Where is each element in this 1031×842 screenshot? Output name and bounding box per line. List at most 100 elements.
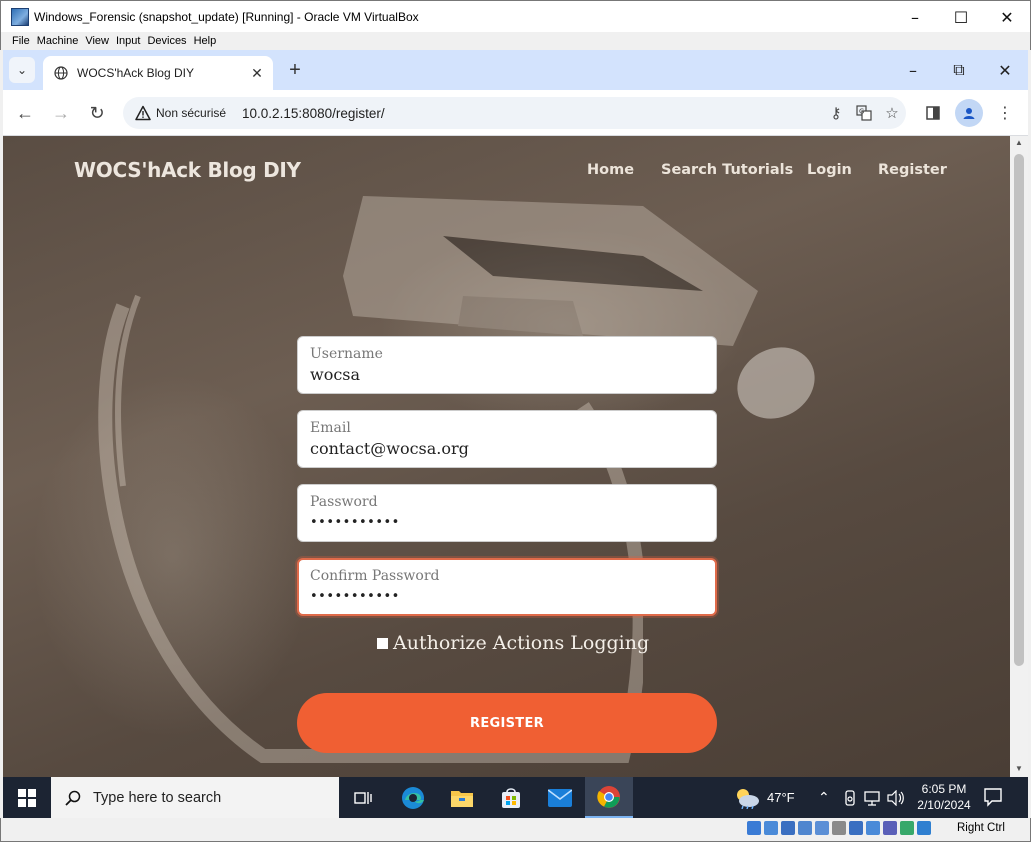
side-panel-icon[interactable] bbox=[919, 99, 947, 127]
weather-widget[interactable]: 47°F bbox=[733, 777, 795, 818]
tab-search-chevron-icon[interactable]: ⌄ bbox=[9, 57, 35, 83]
mail-icon[interactable] bbox=[536, 777, 584, 818]
mouse-integration-icon[interactable] bbox=[900, 821, 914, 835]
register-button[interactable]: REGISTER bbox=[297, 693, 717, 753]
taskbar-search-box[interactable]: Type here to search bbox=[51, 777, 339, 818]
weather-cloud-icon bbox=[737, 788, 759, 809]
back-arrow-icon[interactable]: ← bbox=[11, 99, 39, 127]
username-field[interactable]: Username wocsa bbox=[297, 336, 717, 394]
browser-window-controls: – ⧉ ✕ bbox=[890, 50, 1028, 90]
scroll-up-icon[interactable]: ▲ bbox=[1014, 138, 1024, 148]
clock-date: 2/10/2024 bbox=[917, 798, 971, 812]
email-value: contact@wocsa.org bbox=[310, 439, 469, 458]
scroll-down-icon[interactable]: ▼ bbox=[1014, 764, 1024, 774]
audio-icon[interactable] bbox=[781, 821, 795, 835]
virtualbox-titlebar: Windows_Forensic (snapshot_update) [Runn… bbox=[0, 0, 1031, 32]
menu-devices[interactable]: Devices bbox=[147, 35, 193, 47]
task-view-icon[interactable] bbox=[339, 777, 387, 818]
usb-device-icon[interactable] bbox=[843, 789, 857, 806]
tab-close-icon[interactable]: ✕ bbox=[247, 63, 267, 83]
page-scrollbar[interactable]: ▲ ▼ bbox=[1010, 136, 1028, 777]
network-adapter-icon[interactable] bbox=[798, 821, 812, 835]
taskbar-clock[interactable]: 6:05 PM 2/10/2024 bbox=[909, 781, 979, 813]
globe-icon bbox=[53, 65, 69, 81]
svg-text:G: G bbox=[859, 108, 864, 116]
mouse-background-image bbox=[737, 347, 815, 419]
shared-folders-icon[interactable] bbox=[832, 821, 846, 835]
usb-icon[interactable] bbox=[815, 821, 829, 835]
warning-triangle-icon bbox=[135, 105, 151, 121]
password-field[interactable]: Password ••••••••••• bbox=[297, 484, 717, 542]
optical-drive-icon[interactable] bbox=[764, 821, 778, 835]
browser-minimize-icon[interactable]: – bbox=[890, 50, 936, 90]
translate-icon[interactable]: G bbox=[850, 99, 878, 127]
nav-search-tutorials[interactable]: Search Tutorials bbox=[661, 162, 793, 178]
browser-restore-icon[interactable]: ⧉ bbox=[936, 50, 982, 90]
virtualbox-menubar: File Machine View Input Devices Help bbox=[0, 32, 1031, 50]
browser-toolbar: ← → ↻ Non sécurisé 10.0.2.15:8080/regist… bbox=[3, 90, 1028, 136]
menu-view[interactable]: View bbox=[85, 35, 116, 47]
menu-help[interactable]: Help bbox=[194, 35, 224, 47]
key-icon[interactable]: ⚷ bbox=[822, 99, 850, 127]
display-icon[interactable] bbox=[849, 821, 863, 835]
keyboard-capture-icon[interactable] bbox=[917, 821, 931, 835]
chrome-icon[interactable] bbox=[585, 777, 633, 818]
confirm-password-value: ••••••••••• bbox=[310, 589, 400, 604]
file-explorer-icon[interactable] bbox=[438, 777, 486, 818]
hard-disk-icon[interactable] bbox=[747, 821, 761, 835]
windows-start-icon[interactable] bbox=[3, 777, 51, 818]
tab-title: WOCS'hAck Blog DIY bbox=[77, 66, 194, 80]
virtualization-icon[interactable] bbox=[883, 821, 897, 835]
network-icon[interactable] bbox=[863, 790, 883, 806]
email-field[interactable]: Email contact@wocsa.org bbox=[297, 410, 717, 468]
reload-icon[interactable]: ↻ bbox=[83, 99, 111, 127]
edge-icon[interactable] bbox=[389, 777, 437, 818]
security-chip[interactable]: Non sécurisé bbox=[127, 101, 236, 125]
forward-arrow-icon[interactable]: → bbox=[47, 99, 75, 127]
password-value: ••••••••••• bbox=[310, 515, 400, 530]
volume-icon[interactable] bbox=[887, 789, 905, 806]
browser-close-icon[interactable]: ✕ bbox=[982, 50, 1028, 90]
authorize-logging-label[interactable]: Authorize Actions Logging bbox=[393, 632, 649, 654]
page-viewport: WOCS'hAck Blog DIY Home Search Tutorials… bbox=[3, 136, 1028, 777]
maximize-icon[interactable]: ☐ bbox=[938, 1, 984, 33]
notification-icon[interactable] bbox=[983, 787, 1003, 807]
site-brand[interactable]: WOCS'hAck Blog DIY bbox=[74, 158, 301, 182]
weather-temperature: 47°F bbox=[767, 790, 795, 805]
minimize-icon[interactable]: – bbox=[892, 1, 938, 33]
host-key-label: Right Ctrl bbox=[957, 822, 1005, 834]
bookmark-star-icon[interactable]: ☆ bbox=[878, 99, 906, 127]
nav-home[interactable]: Home bbox=[587, 162, 634, 178]
profile-avatar-icon[interactable] bbox=[955, 99, 983, 127]
more-menu-icon[interactable]: ⋮ bbox=[991, 99, 1019, 127]
scroll-thumb[interactable] bbox=[1014, 154, 1024, 666]
store-icon[interactable] bbox=[487, 777, 535, 818]
security-label: Non sécurisé bbox=[156, 106, 227, 120]
virtualbox-app-icon bbox=[11, 7, 29, 26]
username-label: Username bbox=[310, 346, 383, 362]
url-text[interactable]: 10.0.2.15:8080/register/ bbox=[242, 106, 822, 121]
authorize-logging-checkbox[interactable] bbox=[377, 637, 388, 649]
confirm-password-label: Confirm Password bbox=[310, 568, 440, 584]
clock-time: 6:05 PM bbox=[921, 782, 967, 796]
menu-file[interactable]: File bbox=[1, 35, 37, 47]
nav-login[interactable]: Login bbox=[807, 162, 852, 178]
recording-icon[interactable] bbox=[866, 821, 880, 835]
window-title: Windows_Forensic (snapshot_update) [Runn… bbox=[34, 9, 419, 24]
tab-active[interactable]: WOCS'hAck Blog DIY ✕ bbox=[43, 56, 273, 90]
laptop-background-image bbox=[343, 196, 758, 346]
nav-register[interactable]: Register bbox=[878, 162, 947, 178]
menu-machine[interactable]: Machine bbox=[37, 35, 86, 47]
windows-taskbar: Type here to search 47°F ⌃ 6:05 PM 2/10/… bbox=[3, 777, 1028, 818]
address-bar[interactable]: Non sécurisé 10.0.2.15:8080/register/ ⚷ … bbox=[123, 97, 906, 129]
close-icon[interactable]: ✕ bbox=[984, 1, 1030, 33]
password-label: Password bbox=[310, 494, 378, 510]
new-tab-icon[interactable]: + bbox=[283, 58, 307, 82]
tray-chevron-icon[interactable]: ⌃ bbox=[818, 777, 830, 818]
guest-screen: ⌄ WOCS'hAck Blog DIY ✕ + – ⧉ ✕ ← → ↻ Non… bbox=[3, 50, 1028, 818]
window-controls: – ☐ ✕ bbox=[892, 1, 1030, 33]
email-label: Email bbox=[310, 420, 351, 436]
confirm-password-field[interactable]: Confirm Password ••••••••••• bbox=[297, 558, 717, 616]
browser-tabstrip: ⌄ WOCS'hAck Blog DIY ✕ + – ⧉ ✕ bbox=[3, 50, 1028, 90]
menu-input[interactable]: Input bbox=[116, 35, 147, 47]
